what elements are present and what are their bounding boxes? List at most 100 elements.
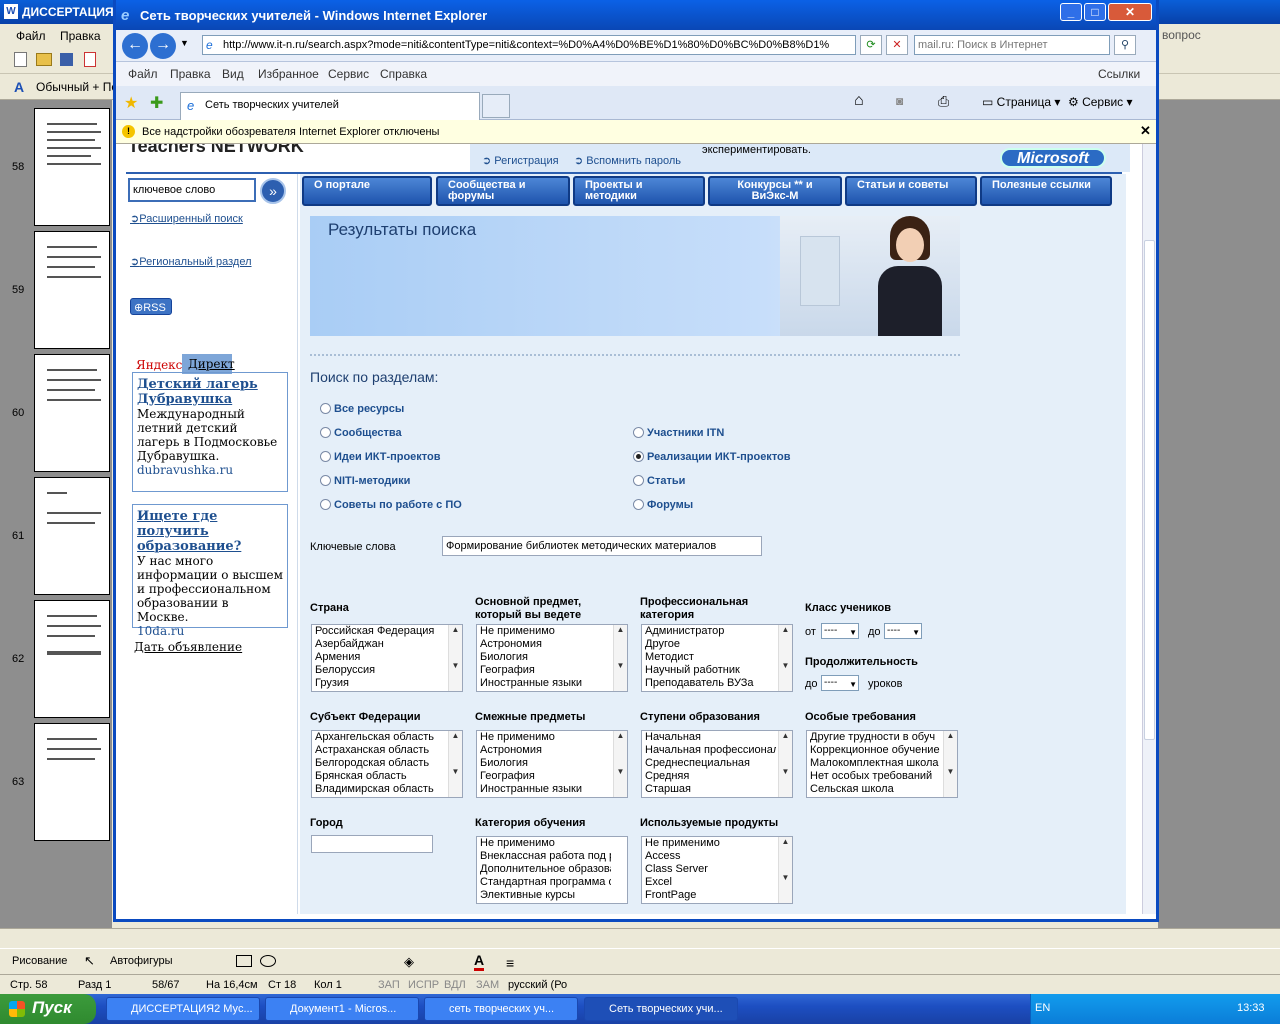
post-ad-link[interactable]: Дать объявление — [134, 640, 242, 654]
list-item[interactable]: Иностранные языки — [477, 783, 611, 796]
status-rec[interactable]: ЗАП — [378, 979, 400, 991]
ad-2-title[interactable]: Ищете где получить образование? — [137, 509, 241, 554]
radio-ict-implementations[interactable] — [633, 451, 644, 462]
products-list[interactable]: Не применимо Access Class Server Excel Front… — [641, 836, 793, 904]
radio-all-resources-label[interactable]: Все ресурсы — [334, 403, 404, 415]
nav-about[interactable]: О портале — [302, 176, 432, 206]
back-arrow-icon[interactable]: ← — [122, 33, 148, 59]
task-ie-2[interactable]: Сеть творческих учи... — [584, 997, 738, 1021]
radio-niti[interactable] — [320, 475, 331, 486]
list-item[interactable]: Астрономия — [477, 638, 611, 651]
task-word-document1[interactable]: Документ1 - Micros... — [265, 997, 419, 1021]
forward-arrow-icon[interactable]: → — [150, 33, 176, 59]
list-item[interactable]: Нет особых требований — [807, 770, 941, 783]
nav-articles[interactable]: Статьи и советы — [845, 176, 977, 206]
status-extend[interactable]: ВДЛ — [444, 979, 466, 991]
ie-menu-edit[interactable]: Правка — [170, 67, 211, 81]
list-item[interactable]: Class Server — [642, 863, 776, 876]
info-close-icon[interactable]: ✕ — [1140, 123, 1151, 139]
list-item[interactable]: Стандартная программа обуч — [477, 876, 611, 889]
nav-communities[interactable]: Сообщества и форумы — [436, 176, 570, 206]
ie-menu-favorites[interactable]: Избранное — [258, 67, 319, 81]
list-item[interactable]: Брянская область — [312, 770, 446, 783]
new-document-icon[interactable] — [14, 52, 27, 67]
history-dropdown-icon[interactable]: ▼ — [180, 38, 189, 48]
list-item[interactable]: Внеклассная работа под руко — [477, 850, 611, 863]
radio-niti-label[interactable]: NITI-методики — [334, 475, 410, 487]
rss-button[interactable]: ⊕RSS — [130, 298, 172, 315]
list-item[interactable]: Элективные курсы — [477, 889, 611, 902]
list-item[interactable]: Астрономия — [477, 744, 611, 757]
nav-contests[interactable]: Конкурсы ** и ВиЭкс-М — [708, 176, 842, 206]
close-button[interactable]: ✕ — [1108, 3, 1152, 21]
feeds-icon[interactable]: ◙ — [896, 94, 903, 108]
status-overtype[interactable]: ЗАМ — [476, 979, 499, 991]
radio-articles-label[interactable]: Статьи — [647, 475, 685, 487]
ad-2-url[interactable]: 10da.ru — [137, 624, 283, 638]
radio-forums[interactable] — [633, 499, 644, 510]
page-thumbnail[interactable] — [34, 231, 110, 349]
ie-menu-help[interactable]: Справка — [380, 67, 427, 81]
page-thumbnail[interactable] — [34, 477, 110, 595]
page-thumbnail[interactable] — [34, 600, 110, 718]
subject-list[interactable]: Не применимо Астрономия Биология География И… — [476, 624, 628, 692]
keywords-input[interactable] — [442, 536, 762, 556]
tools-menu[interactable]: ⚙ Сервис ▾ — [1068, 95, 1133, 109]
word-help-box[interactable]: вопрос — [1162, 28, 1201, 42]
open-folder-icon[interactable] — [36, 53, 52, 66]
list-item[interactable]: Администратор — [642, 625, 776, 638]
draw-menu[interactable]: Рисование — [12, 955, 67, 967]
site-search-input[interactable] — [128, 178, 256, 202]
list-item[interactable]: Не применимо — [477, 837, 611, 850]
training-list[interactable]: Не применимоВнеклассная работа под рукоД… — [476, 836, 628, 904]
permission-icon[interactable] — [84, 52, 96, 67]
word-menu-file[interactable]: Файл — [16, 29, 46, 43]
advanced-search-link[interactable]: ➲Расширенный поиск — [130, 212, 243, 225]
list-item[interactable]: Начальная профессиональ — [642, 744, 776, 757]
list-item[interactable]: Не применимо — [477, 625, 611, 638]
list-item[interactable]: Другое — [642, 638, 776, 651]
yandex-label[interactable]: Яндекс — [136, 358, 182, 372]
site-logo[interactable]: Teachers NETWORK — [128, 144, 304, 157]
category-list[interactable]: Администратор Другое Методист Научный работ… — [641, 624, 793, 692]
radio-ict-implementations-label[interactable]: Реализации ИКТ-проектов — [647, 451, 791, 463]
ad-1-title[interactable]: Детский лагерь Дубравушка — [137, 377, 258, 407]
related-list[interactable]: Не применимо Астрономия Биология География И… — [476, 730, 628, 798]
list-item[interactable]: Методист — [642, 651, 776, 664]
list-item[interactable]: Дополнительное образовани — [477, 863, 611, 876]
remember-password-link[interactable]: ➲ Вспомнить пароль — [574, 154, 681, 167]
list-scrollbar[interactable]: ▲ ▼ — [613, 625, 627, 691]
radio-software-tips-label[interactable]: Советы по работе с ПО — [334, 499, 462, 511]
rectangle-icon[interactable] — [236, 955, 252, 967]
list-item[interactable]: Белгородская область — [312, 757, 446, 770]
list-item[interactable]: Армения — [312, 651, 446, 664]
list-item[interactable]: Средняя — [642, 770, 776, 783]
add-favorites-icon[interactable]: ✚ — [150, 93, 163, 113]
language-indicator[interactable]: EN — [1035, 1002, 1050, 1014]
grade-from-select[interactable]: ---- ▼ — [821, 623, 859, 639]
list-item[interactable]: Не применимо — [477, 731, 611, 744]
home-icon[interactable]: ⌂ — [854, 92, 864, 110]
nav-projects[interactable]: Проекты и методики — [573, 176, 705, 206]
url-field[interactable]: e http://www.it-n.ru/search.aspx?mode=ni… — [202, 35, 856, 55]
list-item[interactable]: Белоруссия — [312, 664, 446, 677]
start-button[interactable]: Пуск — [0, 994, 96, 1024]
list-scrollbar[interactable]: ▲ ▼ — [778, 837, 792, 903]
list-item[interactable]: Биология — [477, 757, 611, 770]
radio-ict-ideas[interactable] — [320, 451, 331, 462]
list-item[interactable]: Среднеспециальная — [642, 757, 776, 770]
list-item[interactable]: Иностранные языки — [477, 677, 611, 690]
list-item[interactable]: География — [477, 770, 611, 783]
region-list[interactable]: Архангельская область Астраханская област… — [311, 730, 463, 798]
font-color-icon[interactable]: A — [474, 952, 485, 971]
radio-articles[interactable] — [633, 475, 644, 486]
select-arrow-icon[interactable]: ↖ — [84, 953, 95, 969]
list-scrollbar[interactable]: ▲ ▼ — [943, 731, 957, 797]
page-vertical-scrollbar[interactable] — [1142, 144, 1156, 914]
list-item[interactable]: Не применимо — [642, 837, 776, 850]
regional-section-link[interactable]: ➲Региональный раздел — [130, 255, 252, 268]
status-track[interactable]: ИСПР — [408, 979, 439, 991]
ad-block-2[interactable]: Ищете где получить образование? У нас мн… — [132, 504, 288, 638]
favorites-star-icon[interactable]: ★ — [124, 93, 138, 113]
list-item[interactable]: География — [477, 664, 611, 677]
